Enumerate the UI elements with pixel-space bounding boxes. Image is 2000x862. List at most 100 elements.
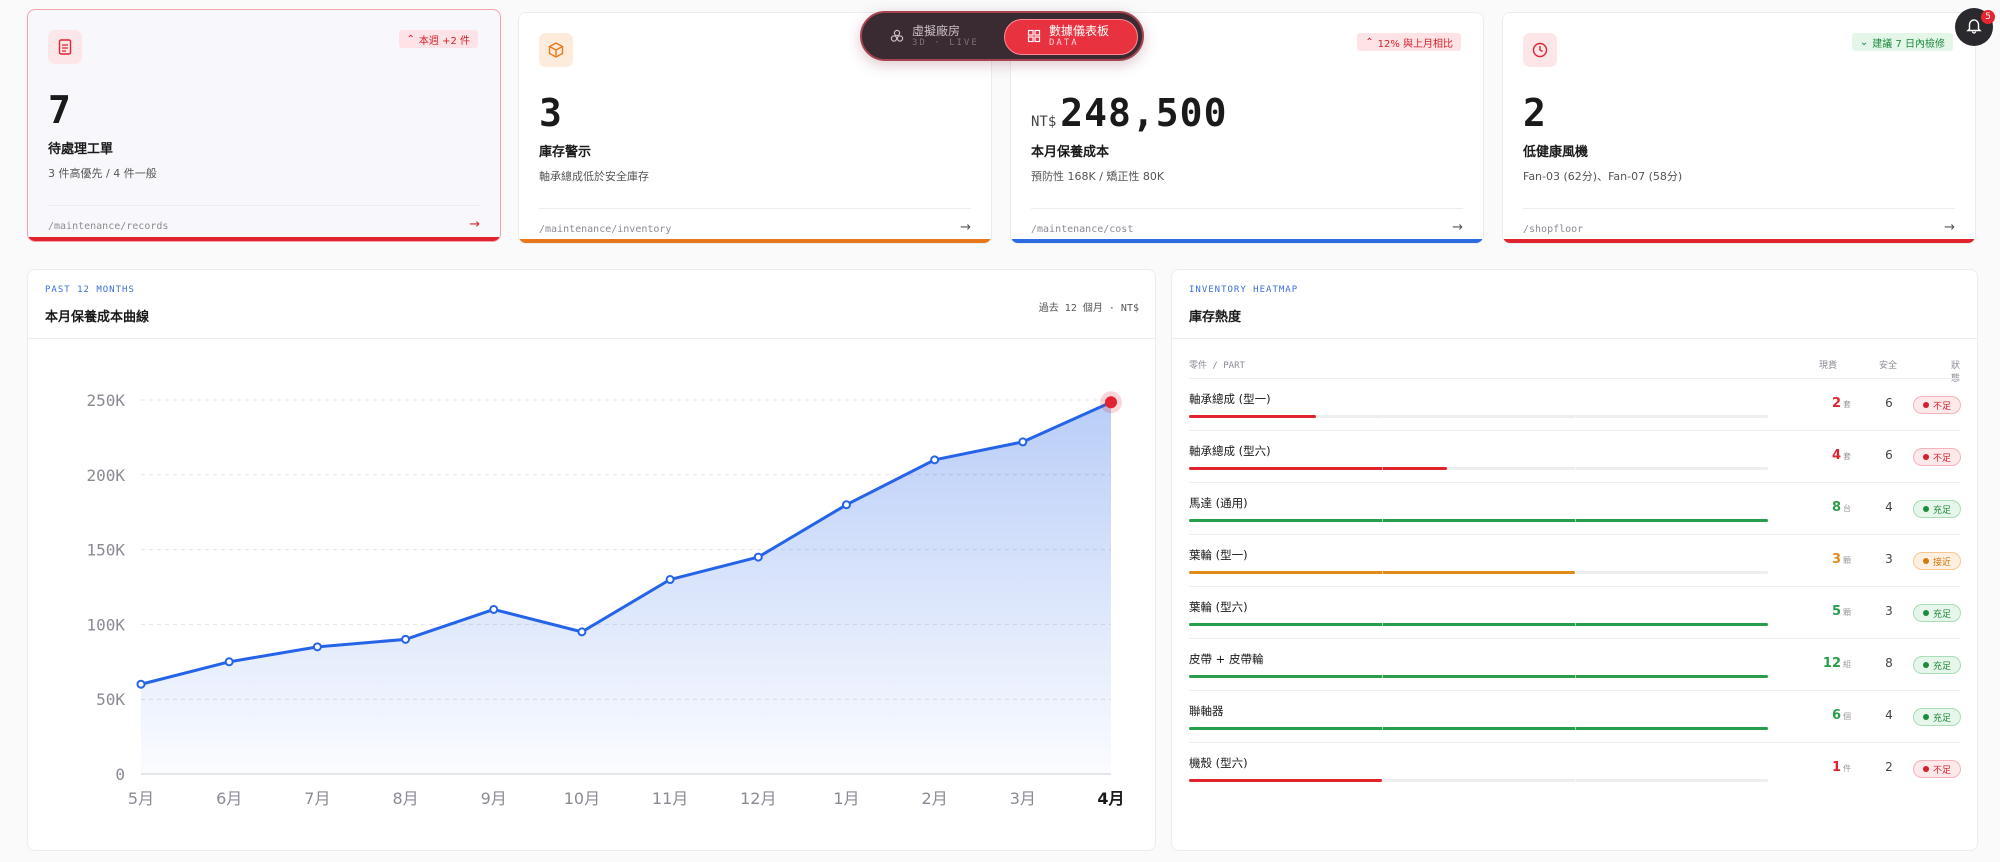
arrow-right-icon[interactable]: → <box>1452 220 1463 235</box>
status-dot-icon <box>1922 402 1929 408</box>
part-name: 軸承總成 (型一) <box>1189 392 1271 406</box>
y-tick-label: 0 <box>115 765 125 784</box>
arrow-right-icon[interactable]: → <box>469 217 480 232</box>
stock-value: 8 <box>1831 500 1841 515</box>
stock-level-bar <box>1189 779 1382 782</box>
stock-value: 5 <box>1831 604 1841 619</box>
bar-tick <box>1574 467 1576 470</box>
stock-track <box>1189 675 1768 678</box>
x-tick-label: 7月 <box>304 789 330 808</box>
data-point <box>841 500 851 510</box>
bar-tick <box>1574 519 1576 522</box>
kpi-label: 低健康風機 <box>1523 145 1589 160</box>
data-point <box>136 679 146 689</box>
arrow-right-icon[interactable]: → <box>1944 220 1955 235</box>
arrow-right-icon[interactable]: → <box>960 220 971 235</box>
inventory-row[interactable]: 機殼 (型六) 1 件 2 不足 <box>1189 742 1961 794</box>
bar-tick <box>1574 727 1576 730</box>
accent-bar <box>1503 239 1975 243</box>
kpi-sub: 軸承總成低於安全庫存 <box>539 170 649 183</box>
divider <box>1523 208 1955 209</box>
kpi-link[interactable]: /maintenance/records <box>48 221 168 232</box>
col-part: 零件 / PART <box>1189 361 1245 371</box>
kpi-card-work-orders[interactable]: ⌃ 本週 +2 件 7 待處理工單 3 件高優先 / 4 件一般 /mainten… <box>27 9 501 242</box>
kpi-sub: 3 件高優先 / 4 件一般 <box>48 167 157 180</box>
bar-tick <box>1574 779 1576 782</box>
kpi-link[interactable]: /maintenance/inventory <box>539 224 671 235</box>
status-text: 充足 <box>1932 713 1951 724</box>
panel-eyebrow: INVENTORY HEATMAP <box>1189 285 1299 295</box>
data-point <box>665 575 675 585</box>
inventory-row[interactable]: 軸承總成 (型六) 4 套 6 不足 <box>1189 430 1961 482</box>
stock-qty: 12 組 <box>1809 656 1851 671</box>
inventory-row[interactable]: 馬達 (通用) 8 台 4 充足 <box>1189 482 1961 534</box>
col-stock: 現貨 <box>1819 361 1838 371</box>
stock-qty: 5顆 <box>1809 604 1851 619</box>
stock-track <box>1189 779 1768 782</box>
stock-unit: 台 <box>1843 504 1851 513</box>
latest-point <box>1105 396 1117 409</box>
panel-title: 庫存熱度 <box>1189 310 1242 325</box>
area-fill <box>141 402 1111 774</box>
safety-qty: 2 <box>1885 760 1893 774</box>
chevron-up-icon: ⌃ <box>1365 36 1374 48</box>
x-tick-label: 11月 <box>652 789 688 808</box>
inventory-row[interactable]: 葉輪 (型一) 3 顆 3 接近 <box>1189 534 1961 586</box>
document-icon <box>48 30 82 64</box>
bar-tick <box>1381 467 1383 470</box>
status-badge: 不足 <box>1913 396 1961 414</box>
stock-track <box>1189 571 1768 574</box>
inventory-row[interactable]: 皮帶 + 皮帶輪 12 組 8 充足 <box>1189 638 1961 690</box>
part-name: 皮帶 + 皮帶輪 <box>1189 652 1264 666</box>
part-name: 葉輪 (型一) <box>1189 548 1248 562</box>
inventory-row[interactable]: 聯軸器 6 個 4 充足 <box>1189 690 1961 742</box>
status-badge: 充足 <box>1913 708 1961 726</box>
bar-tick <box>1381 779 1383 782</box>
toggle-data-dashboard[interactable]: 數據儀表板 DATA <box>1004 19 1138 55</box>
recommend-badge: ⌄ 建議 7 日內檢修 <box>1851 33 1953 51</box>
status-badge: 充足 <box>1913 656 1961 674</box>
notification-button[interactable]: 5 <box>1955 8 1995 46</box>
toggle-label: 數據儀表板 <box>1049 24 1110 38</box>
divider <box>1031 208 1463 209</box>
status-text: 充足 <box>1932 505 1951 516</box>
status-dot-icon <box>1922 558 1929 564</box>
col-safe: 安全 <box>1879 361 1898 371</box>
kpi-label: 本月保養成本 <box>1031 145 1110 160</box>
kpi-link[interactable]: /shopfloor <box>1523 224 1583 235</box>
toggle-virtual-plant[interactable]: 虛擬廠房 3D · LIVE <box>890 19 979 55</box>
kpi-card-fan-health[interactable]: ⌄ 建議 7 日內檢修 2 低健康風機 Fan-03 (62分)、Fan-07 (… <box>1502 12 1976 244</box>
stock-qty: 3顆 <box>1809 552 1851 567</box>
data-point <box>489 604 499 614</box>
y-tick-label: 150K <box>86 541 125 560</box>
status-text: 不足 <box>1932 401 1951 412</box>
stock-level-bar <box>1189 415 1317 418</box>
x-tick-label: 3月 <box>1010 789 1036 808</box>
part-name: 馬達 (通用) <box>1189 496 1248 510</box>
inventory-row[interactable]: 葉輪 (型六) 5 顆 3 充足 <box>1189 586 1961 638</box>
bar-tick <box>1381 571 1383 574</box>
part-name: 葉輪 (型六) <box>1189 600 1248 614</box>
y-tick-label: 200K <box>86 466 125 485</box>
accent-bar <box>519 239 991 243</box>
data-point <box>401 634 411 644</box>
kpi-value: 7 <box>48 88 72 132</box>
bar-tick <box>1381 519 1383 522</box>
stock-track <box>1189 519 1768 522</box>
stock-track <box>1189 623 1768 626</box>
x-tick-label: 5月 <box>128 789 154 808</box>
kpi-label: 待處理工單 <box>48 142 114 157</box>
cost-chart: 0 50K 100K 150K 200K 250K 5月 6月 7月 8月 9月 10月 11月 12月 1… <box>86 391 1124 808</box>
status-badge: 充足 <box>1913 604 1961 622</box>
stock-track <box>1189 467 1768 470</box>
bar-tick <box>1381 727 1383 730</box>
kpi-sub: Fan-03 (62分)、Fan-07 (58分) <box>1523 170 1683 183</box>
x-tick-label: 6月 <box>216 789 242 808</box>
inventory-row[interactable]: 軸承總成 (型一) 2 套 6 不足 <box>1189 378 1961 430</box>
stock-unit: 套 <box>1843 400 1851 409</box>
kpi-link[interactable]: /maintenance/cost <box>1031 224 1133 235</box>
notification-count: 5 <box>1981 10 1995 24</box>
box-icon <box>539 33 573 67</box>
kpi-value: NT$ 248,500 <box>1031 91 1228 135</box>
stock-qty: 2套 <box>1809 396 1851 411</box>
